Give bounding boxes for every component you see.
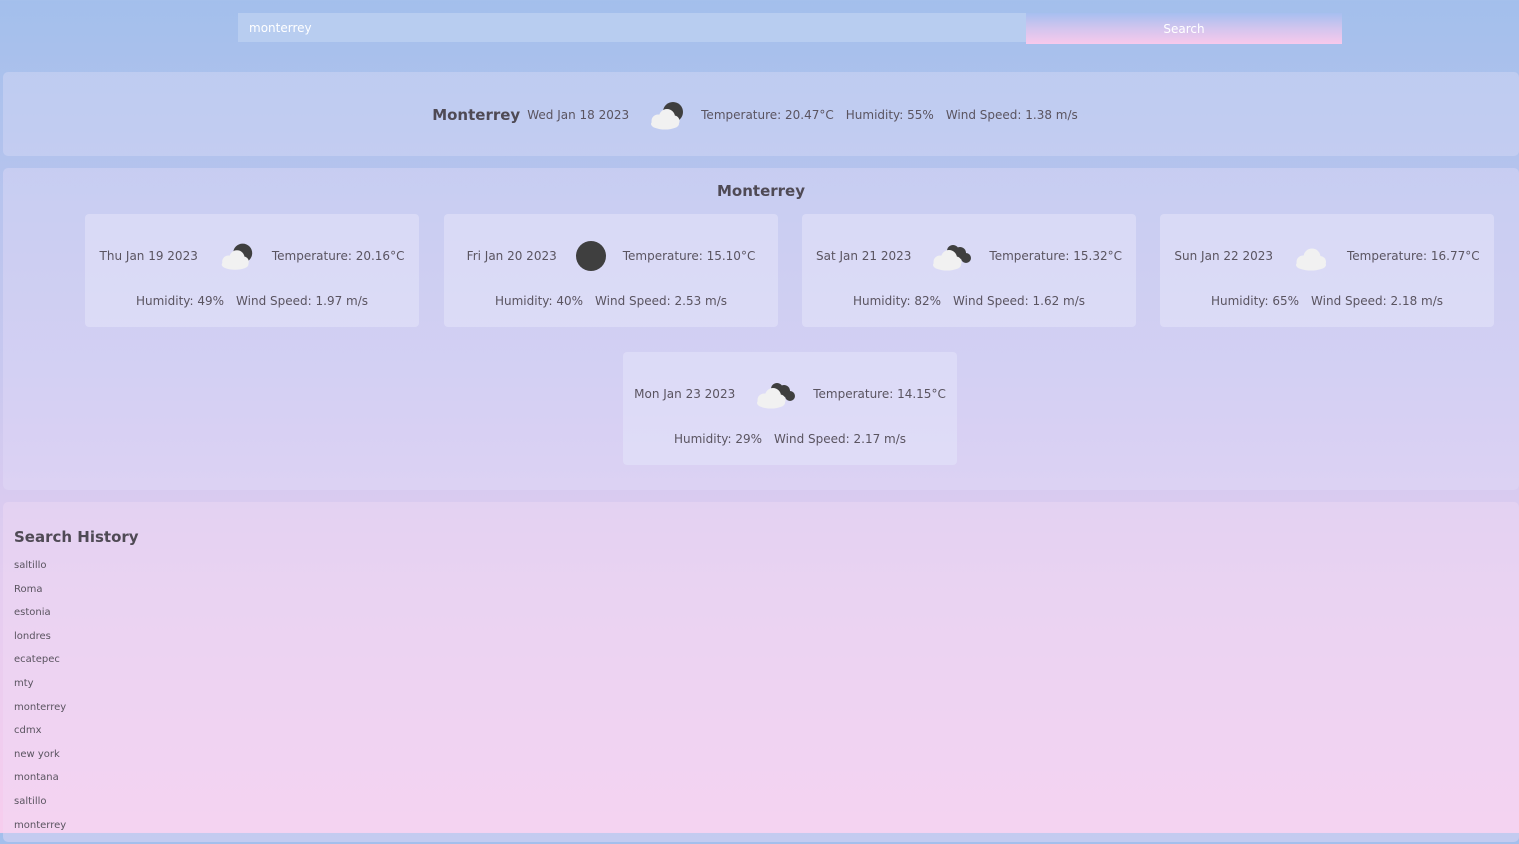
forecast-temperature: Temperature: 14.15°C <box>813 387 946 401</box>
history-item[interactable]: ecatepec <box>14 655 66 679</box>
search-button[interactable]: Search <box>1026 13 1342 44</box>
forecast-temperature: Temperature: 15.10°C <box>622 249 756 263</box>
forecast-wind-speed: Wind Speed: 1.97 m/s <box>236 294 369 308</box>
forecast-date: Sat Jan 21 2023 <box>815 249 912 263</box>
history-item[interactable]: estonia <box>14 608 66 632</box>
forecast-card: Fri Jan 20 2023 Temperature: 15.10°C Hum… <box>444 214 778 327</box>
forecast-panel: Monterrey Thu Jan 19 2023 Temperature: 2… <box>3 168 1519 490</box>
history-item[interactable]: cdmx <box>14 726 66 750</box>
history-item[interactable]: londres <box>14 631 66 656</box>
forecast-temperature: Temperature: 20.16°C <box>271 249 405 263</box>
history-item[interactable]: Roma <box>14 584 66 609</box>
search-bar: Search <box>238 13 1342 44</box>
forecast-date: Sun Jan 22 2023 <box>1174 249 1273 263</box>
forecast-city-title: Monterrey <box>716 182 805 200</box>
current-humidity: Humidity: 55% <box>845 108 934 122</box>
history-item[interactable]: saltillo <box>14 797 66 821</box>
forecast-humidity: Humidity: 82% <box>852 294 942 308</box>
history-item[interactable]: saltillo <box>14 561 66 585</box>
current-city: Monterrey <box>432 106 521 124</box>
history-item[interactable]: monterrey <box>14 820 66 844</box>
forecast-humidity: Humidity: 29% <box>673 432 763 446</box>
cloud-moon-icon <box>216 241 256 271</box>
search-history-panel: Search History saltillo Roma estonia lon… <box>3 502 1519 842</box>
search-history-title: Search History <box>14 528 139 546</box>
forecast-humidity: Humidity: 49% <box>135 294 225 308</box>
forecast-temperature: Temperature: 15.32°C <box>989 249 1123 263</box>
forecast-date: Thu Jan 19 2023 <box>99 249 198 263</box>
forecast-wind-speed: Wind Speed: 2.53 m/s <box>595 294 728 308</box>
forecast-temperature: Temperature: 16.77°C <box>1346 249 1480 263</box>
history-item[interactable]: new york <box>14 749 66 774</box>
forecast-wind-speed: Wind Speed: 1.62 m/s <box>953 294 1086 308</box>
forecast-date: Fri Jan 20 2023 <box>466 249 557 263</box>
forecast-wind-speed: Wind Speed: 2.17 m/s <box>774 432 907 446</box>
forecast-humidity: Humidity: 65% <box>1210 294 1300 308</box>
current-wind-speed: Wind Speed: 1.38 m/s <box>945 108 1078 122</box>
current-temperature: Temperature: 20.47°C <box>701 108 834 122</box>
history-item[interactable]: montana <box>14 773 66 797</box>
history-item[interactable]: mty <box>14 679 66 703</box>
current-weather-panel: Monterrey Wed Jan 18 2023 Temperature: 2… <box>3 72 1519 156</box>
current-date: Wed Jan 18 2023 <box>527 108 630 122</box>
forecast-card: Thu Jan 19 2023 Temperature: 20.16°C Hum… <box>85 214 419 327</box>
forecast-wind-speed: Wind Speed: 2.18 m/s <box>1311 294 1444 308</box>
search-input[interactable] <box>238 13 1026 42</box>
cloud-dark-clouds-icon <box>929 241 973 271</box>
history-item[interactable]: monterrey <box>14 702 66 727</box>
search-history-list: saltillo Roma estonia londres ecatepec m… <box>14 561 66 844</box>
forecast-card: Sat Jan 21 2023 Temperature: 15.32°C Hum… <box>802 214 1136 327</box>
forecast-date: Mon Jan 23 2023 <box>634 387 736 401</box>
forecast-card: Mon Jan 23 2023 Temperature: 14.15°C Hum… <box>623 352 957 465</box>
current-weather-row: Monterrey Wed Jan 18 2023 Temperature: 2… <box>3 100 1519 130</box>
moon-icon <box>575 240 607 272</box>
cloud-moon-icon <box>645 100 687 130</box>
cloud-icon <box>1291 241 1331 271</box>
forecast-humidity: Humidity: 40% <box>494 294 584 308</box>
cloud-dark-clouds-icon <box>753 379 797 409</box>
forecast-card: Sun Jan 22 2023 Temperature: 16.77°C Hum… <box>1160 214 1494 327</box>
